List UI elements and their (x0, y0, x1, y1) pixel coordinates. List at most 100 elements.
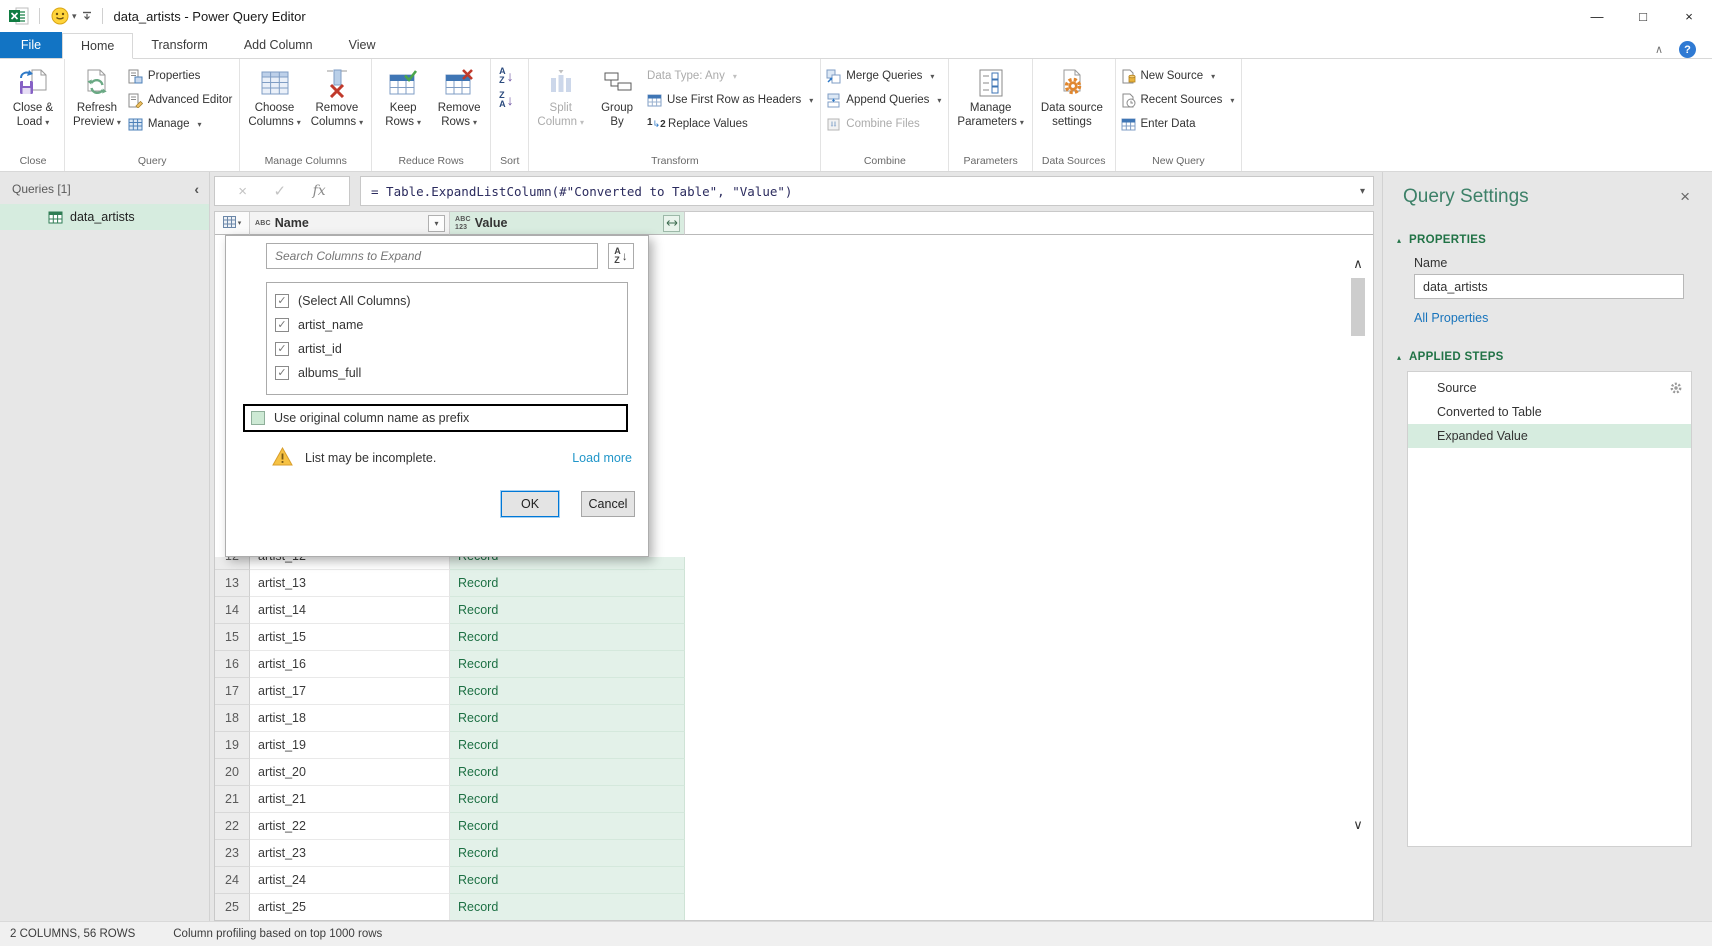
record-link[interactable]: Record (450, 867, 685, 894)
checkbox-checked-icon[interactable]: ✓ (275, 294, 289, 308)
use-first-row-as-headers-button[interactable]: Use First Row as Headers ▾ (647, 90, 813, 110)
enter-data-button[interactable]: Enter Data (1121, 114, 1235, 134)
ok-button[interactable]: OK (501, 491, 559, 517)
checkbox-checked-icon[interactable]: ✓ (275, 342, 289, 356)
name-cell[interactable]: artist_21 (250, 786, 450, 813)
select-all-corner-button[interactable]: ▾ (215, 212, 250, 235)
record-link[interactable]: Record (450, 732, 685, 759)
collapse-ribbon-icon[interactable]: ∧ (1655, 43, 1663, 56)
scroll-down-icon[interactable]: ∨ (1348, 813, 1368, 837)
name-cell[interactable]: artist_22 (250, 813, 450, 840)
use-original-name-prefix-option[interactable]: Use original column name as prefix (243, 404, 628, 432)
name-cell[interactable]: artist_15 (250, 624, 450, 651)
applied-steps-section-header[interactable]: ▴ APPLIED STEPS (1383, 351, 1712, 363)
search-columns-input[interactable] (266, 243, 598, 269)
column-header-name[interactable]: ABC Name ▾ (250, 212, 450, 235)
close-and-load-button[interactable]: Close & Load▾ (5, 62, 61, 133)
sort-descending-button[interactable]: ZA ↓ (496, 90, 517, 110)
tab-view[interactable]: View (331, 32, 394, 58)
close-button[interactable]: × (1666, 0, 1712, 32)
advanced-editor-button[interactable]: Advanced Editor (128, 90, 232, 110)
column-checkbox-item[interactable]: ✓ artist_name (275, 313, 619, 337)
applied-step-expanded-value[interactable]: Expanded Value (1408, 424, 1691, 448)
checkbox-checked-icon[interactable]: ✓ (275, 366, 289, 380)
all-properties-link[interactable]: All Properties (1383, 299, 1712, 325)
name-cell[interactable]: artist_20 (250, 759, 450, 786)
vertical-scrollbar[interactable]: ∧ ∨ (1348, 252, 1368, 837)
formula-cancel-icon[interactable]: × (238, 183, 247, 200)
tab-transform[interactable]: Transform (133, 32, 226, 58)
applied-step-converted-to-table[interactable]: Converted to Table (1408, 400, 1691, 424)
choose-columns-button[interactable]: Choose Columns▾ (243, 62, 305, 133)
cancel-button[interactable]: Cancel (581, 491, 635, 517)
column-header-value[interactable]: ABC 123 Value (450, 212, 685, 235)
tab-add-column[interactable]: Add Column (226, 32, 331, 58)
record-link[interactable]: Record (450, 786, 685, 813)
properties-button[interactable]: Properties (128, 66, 232, 86)
scroll-up-icon[interactable]: ∧ (1348, 252, 1368, 276)
name-cell[interactable]: artist_14 (250, 597, 450, 624)
expand-column-icon[interactable] (663, 215, 680, 232)
checkbox-unchecked-icon[interactable] (251, 411, 265, 425)
smiley-dropdown-icon[interactable]: ▾ (72, 11, 77, 22)
keep-rows-button[interactable]: Keep Rows▾ (375, 62, 431, 133)
data-source-settings-button[interactable]: Data source settings (1036, 62, 1108, 132)
query-list-item-data-artists[interactable]: data_artists (0, 204, 209, 230)
name-cell[interactable]: artist_25 (250, 894, 450, 921)
manage-button[interactable]: Manage ▾ (128, 114, 232, 134)
tab-home[interactable]: Home (62, 33, 133, 59)
formula-input[interactable]: = Table.ExpandListColumn(#"Converted to … (360, 176, 1374, 206)
new-source-button[interactable]: New Source ▾ (1121, 66, 1235, 86)
minimize-button[interactable]: — (1574, 0, 1620, 32)
close-settings-icon[interactable]: × (1680, 187, 1690, 207)
formula-expand-icon[interactable]: ▾ (1360, 186, 1365, 197)
name-cell[interactable]: artist_18 (250, 705, 450, 732)
record-link[interactable]: Record (450, 651, 685, 678)
record-link[interactable]: Record (450, 840, 685, 867)
load-more-link[interactable]: Load more (572, 451, 632, 465)
merge-queries-button[interactable]: Merge Queries ▾ (826, 66, 941, 86)
help-icon[interactable]: ? (1679, 41, 1696, 58)
scrollbar-thumb[interactable] (1351, 278, 1365, 336)
status-profiling-info[interactable]: Column profiling based on top 1000 rows (173, 928, 382, 940)
record-link[interactable]: Record (450, 813, 685, 840)
name-cell[interactable]: artist_24 (250, 867, 450, 894)
recent-sources-button[interactable]: Recent Sources ▾ (1121, 90, 1235, 110)
name-cell[interactable]: artist_17 (250, 678, 450, 705)
query-name-input[interactable] (1414, 274, 1684, 299)
record-link[interactable]: Record (450, 705, 685, 732)
filter-dropdown-icon[interactable]: ▾ (428, 215, 445, 232)
pin-toolbar-icon[interactable] (81, 10, 93, 22)
collapse-queries-pane-icon[interactable]: ‹ (194, 181, 199, 197)
remove-columns-button[interactable]: Remove Columns▾ (306, 62, 368, 133)
popup-sort-button[interactable]: AZ ↓ (608, 243, 634, 269)
record-link[interactable]: Record (450, 624, 685, 651)
feedback-smiley-icon[interactable] (51, 7, 69, 25)
append-queries-button[interactable]: Append Queries ▾ (826, 90, 941, 110)
formula-commit-icon[interactable]: ✓ (274, 182, 287, 200)
name-cell[interactable]: artist_13 (250, 570, 450, 597)
record-link[interactable]: Record (450, 597, 685, 624)
fx-icon[interactable]: fx (313, 183, 326, 199)
checkbox-checked-icon[interactable]: ✓ (275, 318, 289, 332)
column-checkbox-item[interactable]: ✓ albums_full (275, 361, 619, 385)
name-cell[interactable]: artist_23 (250, 840, 450, 867)
maximize-button[interactable]: □ (1620, 0, 1666, 32)
column-checkbox-item[interactable]: ✓ artist_id (275, 337, 619, 361)
column-checkbox-item[interactable]: ✓ (Select All Columns) (275, 289, 619, 313)
name-cell[interactable]: artist_16 (250, 651, 450, 678)
refresh-preview-button[interactable]: Refresh Preview▾ (68, 62, 126, 133)
record-link[interactable]: Record (450, 894, 685, 921)
properties-section-header[interactable]: ▴ PROPERTIES (1383, 234, 1712, 246)
record-link[interactable]: Record (450, 759, 685, 786)
record-link[interactable]: Record (450, 570, 685, 597)
gear-icon[interactable] (1669, 381, 1683, 395)
manage-parameters-button[interactable]: Manage Parameters▾ (952, 62, 1028, 133)
tab-file[interactable]: File (0, 32, 62, 58)
applied-step-source[interactable]: Source (1408, 376, 1691, 400)
name-cell[interactable]: artist_19 (250, 732, 450, 759)
sort-ascending-button[interactable]: AZ ↓ (496, 66, 517, 86)
replace-values-button[interactable]: 1 ↳ 2 Replace Values (647, 114, 813, 134)
record-link[interactable]: Record (450, 678, 685, 705)
group-by-button[interactable]: Group By (589, 62, 645, 132)
